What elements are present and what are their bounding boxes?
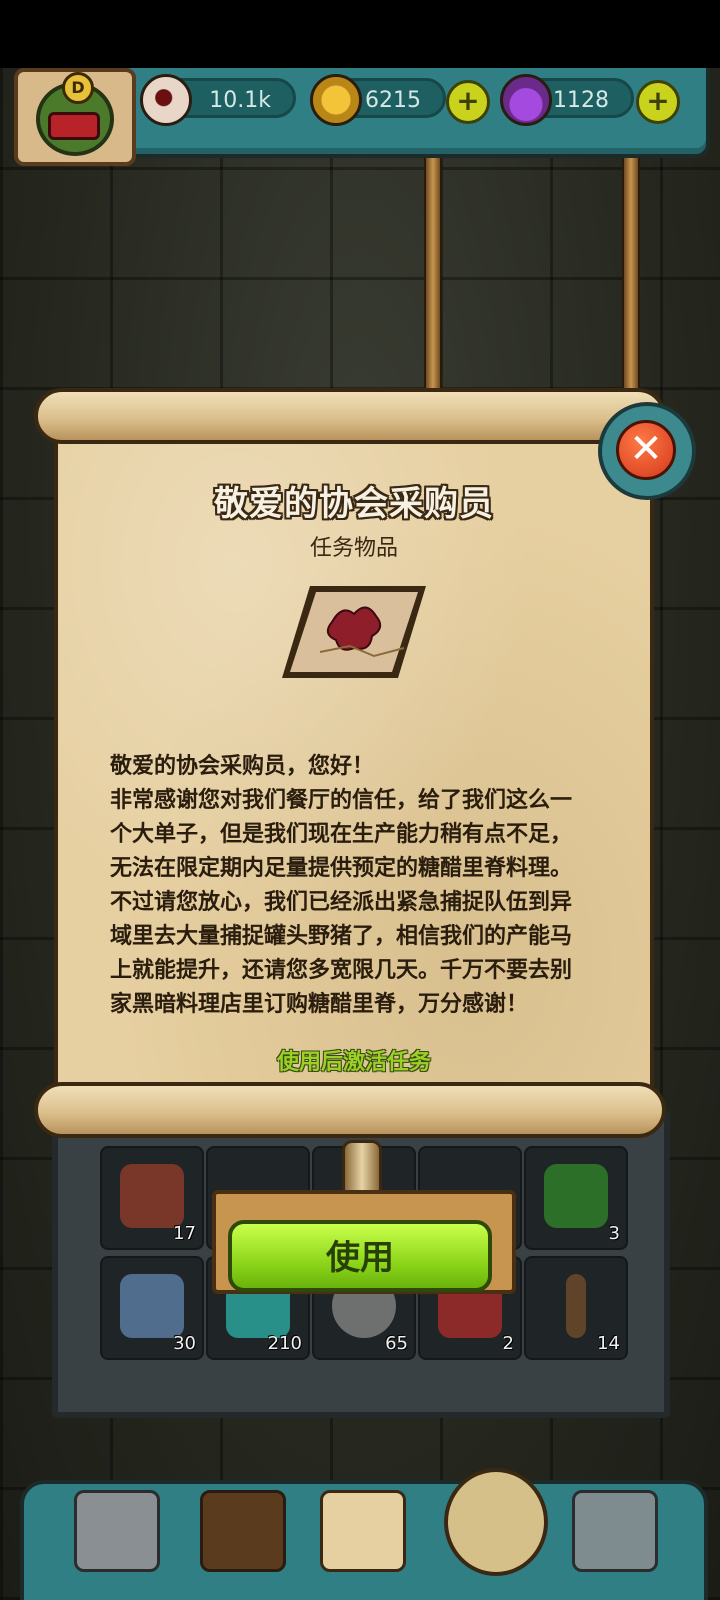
shop-building-icon[interactable] [74,1490,160,1572]
monster-den-icon[interactable] [200,1490,286,1572]
inventory-slot[interactable]: 14 [524,1256,628,1360]
message-line: 域里去大量捕捉罐头野猪了，相信我们的产能马 [110,924,573,949]
inventory-slot[interactable]: 17 [100,1146,204,1250]
coin-icon [310,74,362,126]
rope [622,150,640,404]
player-avatar[interactable]: D [14,68,136,166]
message-line: 个大单子，但是我们现在生产能力稍有点不足， [110,822,573,847]
add-coins-button[interactable]: + [446,80,490,124]
close-button[interactable]: ✕ [598,402,696,500]
add-potions-button[interactable]: + [636,80,680,124]
dialog-subtitle: 任务物品 [309,536,398,561]
message-line: 家黑暗料理店里订购糖醋里脊，万分感谢！ [110,992,529,1017]
monster-mouth [48,112,100,140]
message-line: 无法在限定期内足量提供预定的糖醋里脊料理。 [110,856,573,881]
message-line: 非常感谢您对我们餐厅的信任，给了我们这么一 [110,788,573,813]
scroll-icon [120,1164,184,1228]
map-icon [120,1274,184,1338]
green-gem-icon [544,1164,608,1228]
map-scroll-icon [282,586,426,678]
dialog-title: 敬爱的协会采购员 [214,484,494,524]
message-line: 敬爱的协会采购员，您好！ [110,754,375,779]
grid-menu-icon[interactable] [572,1490,658,1572]
game-screen: { "resources": { "eyes": {"value": "10.1… [0,0,720,1600]
potion-icon [500,74,552,126]
message-line: 不过请您放心，我们已经派出紧急捕捉队伍到异 [110,890,573,915]
use-button[interactable]: 使用 [228,1220,492,1292]
status-bar [0,0,720,68]
scroll-roll-top [34,388,666,444]
inventory-slot[interactable]: 3 [524,1146,628,1250]
message-line: 上就能提升，还请您多宽限几天。千万不要去别 [110,958,573,983]
bag-icon[interactable] [444,1468,548,1576]
book-icon[interactable] [320,1490,406,1572]
rank-badge: D [62,72,94,104]
bottom-navigation [20,1468,708,1600]
rope [424,150,442,404]
scroll-roll-bottom [34,1082,666,1138]
inventory-slot[interactable]: 30 [100,1256,204,1360]
activate-hint: 使用后激活任务 [276,1050,431,1075]
dialog-message: 敬爱的协会采购员，您好！ 非常感谢您对我们餐厅的信任，给了我们这么一 个大单子，… [110,750,630,1022]
close-icon: ✕ [616,420,676,480]
eyeball-icon [140,74,192,126]
worm-icon [566,1274,586,1338]
